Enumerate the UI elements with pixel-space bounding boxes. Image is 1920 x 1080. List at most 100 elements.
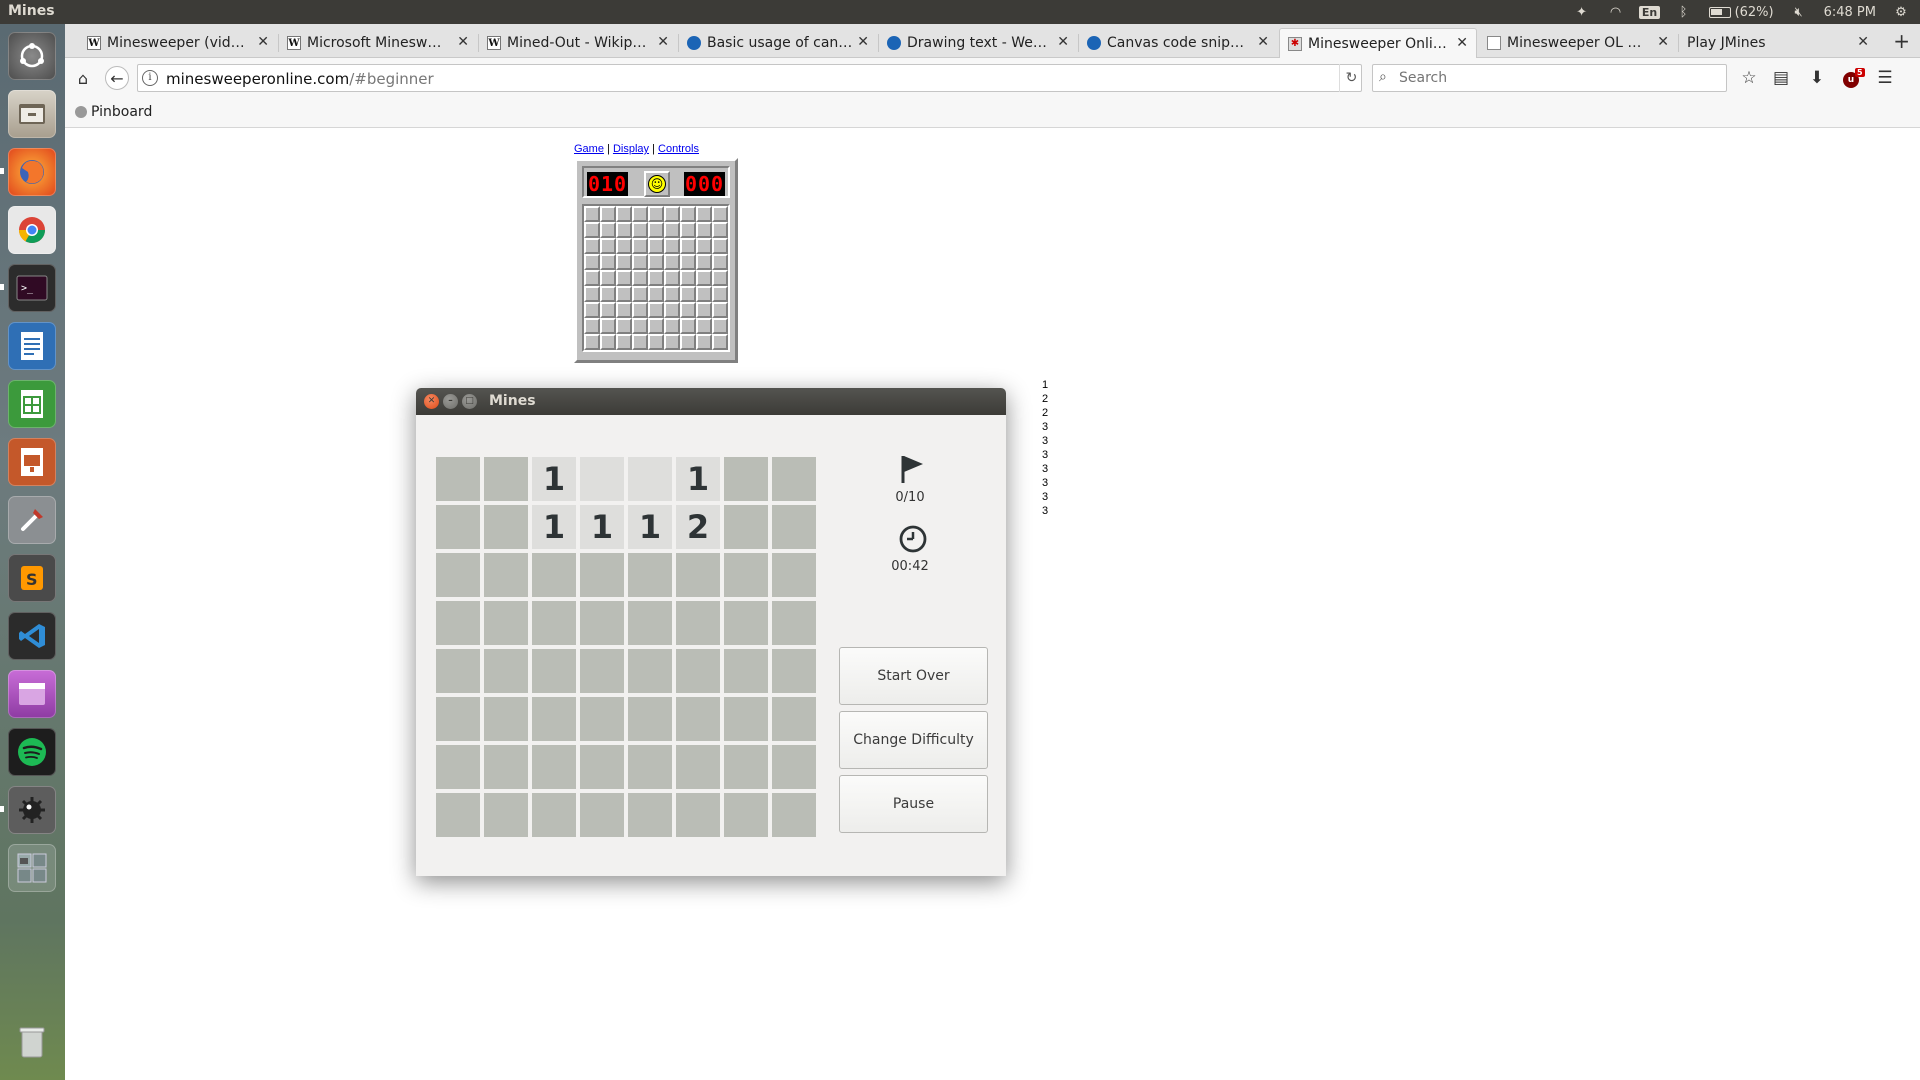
back-icon[interactable]: ← [105, 66, 129, 90]
unrevealed-cell[interactable] [772, 649, 816, 693]
online-mine-cell[interactable] [600, 222, 616, 238]
online-mine-cell[interactable] [616, 238, 632, 254]
close-tab-icon[interactable]: ✕ [257, 34, 269, 50]
trash-icon[interactable] [8, 1018, 56, 1066]
online-mine-cell[interactable] [664, 238, 680, 254]
online-mine-cell[interactable] [632, 206, 648, 222]
wifi-icon[interactable]: ◠ [1607, 4, 1625, 20]
pause-button[interactable]: Pause [839, 775, 988, 833]
new-tab-icon[interactable]: + [1893, 29, 1910, 53]
unrevealed-cell[interactable] [724, 793, 768, 837]
online-mine-cell[interactable] [616, 254, 632, 270]
clock[interactable]: 6:48 PM [1824, 5, 1876, 20]
online-mine-cell[interactable] [648, 302, 664, 318]
unrevealed-cell[interactable] [532, 649, 576, 693]
unrevealed-cell[interactable] [724, 649, 768, 693]
menu-link-display[interactable]: Display [613, 143, 649, 155]
address-bar[interactable]: i minesweeperonline.com/#beginner [137, 64, 1362, 92]
online-mine-cell[interactable] [696, 222, 712, 238]
online-mine-cell[interactable] [600, 286, 616, 302]
search-bar[interactable]: ⌕ [1372, 64, 1727, 92]
online-mine-cell[interactable] [680, 302, 696, 318]
online-mine-cell[interactable] [664, 334, 680, 350]
unrevealed-cell[interactable] [532, 553, 576, 597]
unrevealed-cell[interactable] [484, 745, 528, 789]
online-mine-cell[interactable] [584, 254, 600, 270]
unrevealed-cell[interactable] [772, 553, 816, 597]
online-mine-cell[interactable] [616, 302, 632, 318]
unrevealed-cell[interactable] [580, 697, 624, 741]
downloads-icon[interactable]: ⬇ [1805, 66, 1829, 90]
tab-minesweeper-online[interactable]: ✱ Minesweeper Onli… ✕ [1279, 28, 1477, 58]
online-mine-cell[interactable] [632, 254, 648, 270]
online-mine-cell[interactable] [632, 238, 648, 254]
online-mine-cell[interactable] [696, 302, 712, 318]
online-mine-cell[interactable] [584, 222, 600, 238]
online-mine-cell[interactable] [648, 318, 664, 334]
unrevealed-cell[interactable] [436, 745, 480, 789]
online-mine-cell[interactable] [712, 334, 728, 350]
close-tab-icon[interactable]: ✕ [657, 34, 669, 50]
system-settings-icon[interactable] [8, 496, 56, 544]
files-icon[interactable] [8, 90, 56, 138]
online-mine-cell[interactable] [696, 286, 712, 302]
close-tab-icon[interactable]: ✕ [1657, 34, 1669, 50]
bookmark-star-icon[interactable]: ☆ [1737, 66, 1761, 90]
online-mine-cell[interactable] [696, 334, 712, 350]
online-mine-cell[interactable] [696, 254, 712, 270]
online-mine-cell[interactable] [680, 206, 696, 222]
site-info-icon[interactable]: i [142, 70, 158, 86]
online-mine-cell[interactable] [648, 254, 664, 270]
unrevealed-cell[interactable] [484, 601, 528, 645]
volume-muted-icon[interactable]: 🔇︎ [1790, 4, 1808, 20]
online-mine-cell[interactable] [648, 286, 664, 302]
online-mine-cell[interactable] [680, 238, 696, 254]
online-mine-cell[interactable] [712, 238, 728, 254]
unrevealed-cell[interactable] [628, 649, 672, 693]
unrevealed-cell[interactable] [580, 793, 624, 837]
tab-play-jmines[interactable]: Play JMines ✕ [1679, 28, 1877, 58]
unrevealed-cell[interactable] [580, 553, 624, 597]
online-mine-cell[interactable] [696, 318, 712, 334]
online-mine-cell[interactable] [648, 238, 664, 254]
mines-app-icon[interactable] [8, 786, 56, 834]
online-mine-cell[interactable] [664, 286, 680, 302]
online-mine-cell[interactable] [600, 206, 616, 222]
online-mine-cell[interactable] [584, 318, 600, 334]
unrevealed-cell[interactable] [628, 553, 672, 597]
online-mine-cell[interactable] [648, 270, 664, 286]
online-mine-cell[interactable] [584, 238, 600, 254]
home-icon[interactable]: ⌂ [71, 66, 95, 90]
online-mine-cell[interactable] [616, 334, 632, 350]
keyboard-layout-indicator[interactable]: En [1638, 4, 1661, 20]
unrevealed-cell[interactable] [772, 745, 816, 789]
online-mine-cell[interactable] [632, 334, 648, 350]
unrevealed-cell[interactable] [484, 793, 528, 837]
unrevealed-cell[interactable] [676, 745, 720, 789]
unrevealed-cell[interactable] [628, 793, 672, 837]
unrevealed-cell[interactable] [628, 745, 672, 789]
online-mine-cell[interactable] [712, 302, 728, 318]
online-mine-cell[interactable] [584, 302, 600, 318]
revealed-cell[interactable]: 2 [676, 505, 720, 549]
close-tab-icon[interactable]: ✕ [457, 34, 469, 50]
revealed-cell[interactable]: 1 [580, 505, 624, 549]
settings-gear-icon[interactable]: ⚙ [1892, 4, 1910, 20]
unrevealed-cell[interactable] [436, 505, 480, 549]
unrevealed-cell[interactable] [724, 553, 768, 597]
reload-icon[interactable]: ↻ [1339, 64, 1363, 92]
unrevealed-cell[interactable] [484, 505, 528, 549]
unrevealed-cell[interactable] [580, 601, 624, 645]
unrevealed-cell[interactable] [628, 601, 672, 645]
unrevealed-cell[interactable] [580, 649, 624, 693]
online-mine-cell[interactable] [648, 222, 664, 238]
start-over-button[interactable]: Start Over [839, 647, 988, 705]
online-mine-cell[interactable] [600, 318, 616, 334]
battery-indicator[interactable]: (62%) [1708, 5, 1774, 20]
online-mine-cell[interactable] [584, 286, 600, 302]
online-mine-cell[interactable] [664, 206, 680, 222]
change-difficulty-button[interactable]: Change Difficulty [839, 711, 988, 769]
unrevealed-cell[interactable] [436, 553, 480, 597]
online-mine-cell[interactable] [712, 270, 728, 286]
libreoffice-writer-icon[interactable] [8, 322, 56, 370]
